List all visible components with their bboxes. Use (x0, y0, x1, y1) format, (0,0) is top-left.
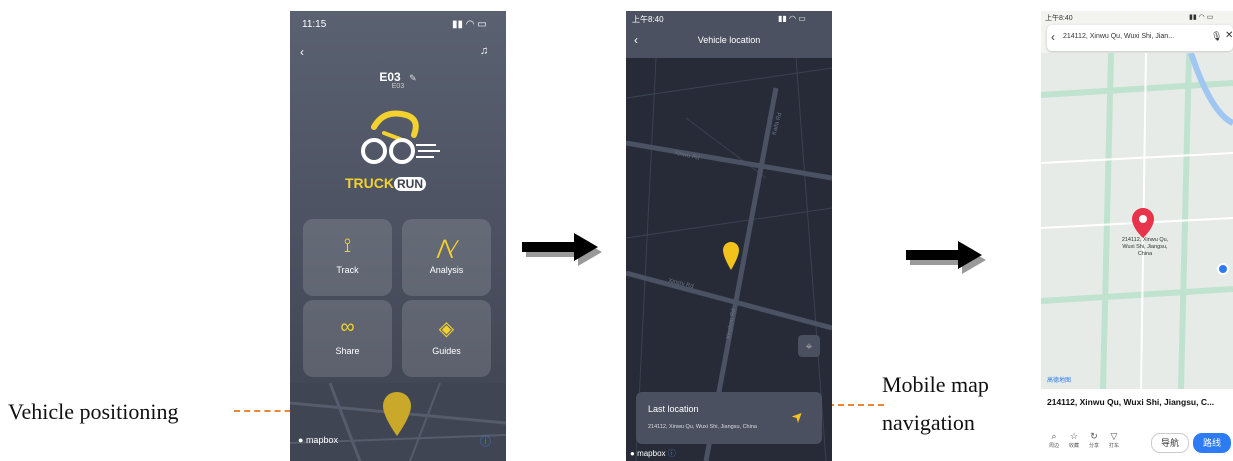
track-icon: ⟟ (343, 235, 352, 257)
vehicle-positioning-label: Vehicle positioning (8, 399, 179, 424)
device-name: E03 (379, 70, 401, 84)
guides-tile[interactable]: ◈ Guides (402, 300, 491, 377)
action-taxi[interactable]: ▽ 打车 (1109, 431, 1119, 449)
location-pin-icon (1132, 208, 1154, 238)
map-brand: 高德地图 (1047, 378, 1072, 384)
search-icon: ⌕ (1051, 431, 1057, 441)
edit-icon[interactable]: ✎ (409, 73, 417, 83)
action-share[interactable]: ↻ 分享 (1089, 431, 1099, 449)
arrow-right-2 (906, 241, 986, 274)
navigate-button[interactable]: 导航 (1151, 433, 1189, 453)
status-icons: ▮▮ ◠ ▭ (778, 14, 806, 23)
taxi-icon: ▽ (1110, 431, 1118, 441)
search-text[interactable]: 214112, Xinwu Qu, Wuxi Shi, Jian... (1063, 33, 1174, 40)
navigate-arrow-icon[interactable]: ➤ (788, 406, 808, 426)
vehicle-location-header: 上午8:40 ▮▮ ◠ ▭ ‹ Vehicle location (626, 11, 832, 58)
place-address: 214112, Xinwu Qu, Wuxi Shi, Jiangsu, C..… (1047, 397, 1215, 407)
share-icon: ∞ (340, 316, 355, 338)
track-label: Track (336, 265, 359, 275)
share-icon: ↻ (1090, 431, 1098, 441)
truckrun-logo-icon (361, 110, 440, 164)
vehicle-pin-icon[interactable] (722, 241, 740, 271)
status-icons: ▮▮ ◠ ▭ (1189, 14, 1214, 21)
pin-address-label: 214112, Xinwu Qu, Wuxi Shi, Jiangsu, Chi… (1121, 237, 1169, 257)
last-location-address: 214112, Xinwu Qu, Wuxi Shi, Jiangsu, Chi… (648, 424, 757, 430)
mapbox-logo: ● mapbox (298, 435, 338, 445)
arrow-right-1 (522, 233, 602, 266)
status-time: 上午8:40 (1045, 15, 1073, 22)
phone-app-home-screen: 11:15 ▮▮ ◠ ▭ ‹ ♫ E03 ✎ E03 TRUCK RUN ⟟ Tr… (290, 11, 506, 461)
mobile-map-navigation-label-1: Mobile map (882, 372, 989, 397)
status-time: 上午8:40 (632, 15, 664, 24)
info-icon[interactable]: ⓘ (480, 433, 491, 449)
last-location-card[interactable]: Last location 214112, Xinwu Qu, Wuxi Shi… (636, 392, 822, 444)
chart-icon: ⋀∕ (436, 237, 457, 259)
status-time: 11:15 (302, 19, 327, 30)
back-icon[interactable]: ‹ (300, 45, 304, 59)
action-favorite[interactable]: ☆ 收藏 (1069, 431, 1079, 449)
vehicle-pin-icon[interactable] (382, 391, 412, 437)
truckrun-wordmark: TRUCK RUN (345, 175, 426, 193)
share-label: Share (335, 346, 360, 356)
track-tile[interactable]: ⟟ Track (303, 219, 392, 296)
back-icon[interactable]: ‹ (1051, 30, 1055, 44)
last-location-label: Last location (648, 404, 699, 414)
guides-label: Guides (432, 346, 461, 356)
phone-map-app-screen: 上午8:40 ▮▮ ◠ ▭ ‹ 214112, Xinwu Qu, Wuxi S… (1041, 11, 1233, 461)
search-bar[interactable]: ‹ 214112, Xinwu Qu, Wuxi Shi, Jian... 🎙 … (1047, 25, 1233, 51)
action-nearby[interactable]: ⌕ 周边 (1049, 431, 1059, 449)
phone-vehicle-location-screen: 上午8:40 ▮▮ ◠ ▭ ‹ Vehicle location Xinwu R… (626, 11, 832, 461)
close-icon[interactable]: ✕ (1225, 30, 1233, 41)
my-location-dot-icon (1217, 263, 1229, 275)
mapbox-logo: ● mapbox ⓘ (630, 449, 676, 458)
mic-icon[interactable]: 🎙 (1211, 31, 1222, 42)
bell-icon[interactable]: ♫ (480, 45, 488, 57)
locate-me-button[interactable]: ⌖ (798, 335, 820, 357)
share-tile[interactable]: ∞ Share (303, 300, 392, 377)
compass-icon: ◈ (438, 318, 455, 340)
analysis-label: Analysis (429, 265, 464, 275)
star-icon: ☆ (1069, 431, 1079, 441)
place-bottom-sheet: 214112, Xinwu Qu, Wuxi Shi, Jiangsu, C..… (1041, 389, 1233, 461)
analysis-tile[interactable]: ⋀∕ Analysis (402, 219, 491, 296)
page-title: Vehicle location (697, 35, 761, 45)
route-button[interactable]: 路线 (1193, 433, 1231, 453)
status-icons: ▮▮ ◠ ▭ (452, 19, 487, 30)
device-sub: E03 (391, 83, 405, 90)
mobile-map-navigation-label-2: navigation (882, 410, 975, 435)
